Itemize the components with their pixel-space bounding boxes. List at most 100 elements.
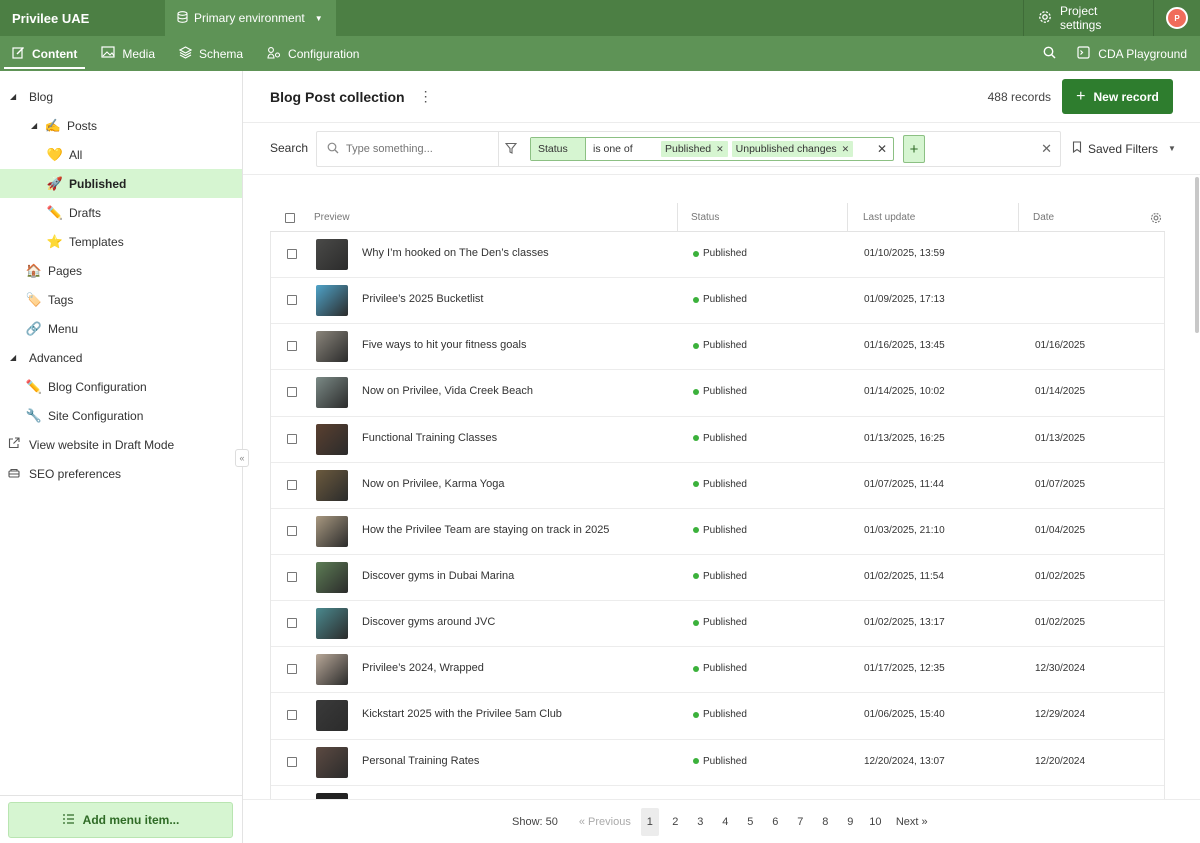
column-header-date[interactable]: Date bbox=[1033, 203, 1054, 232]
avatar[interactable]: P bbox=[1166, 7, 1188, 29]
sidebar-item-blog-configuration[interactable]: ✏️ Blog Configuration bbox=[0, 372, 242, 401]
project-name[interactable]: Privilee UAE bbox=[0, 0, 165, 36]
page-link[interactable]: 9 bbox=[838, 808, 863, 836]
table-row[interactable]: How the Privilee Team are staying on tra… bbox=[271, 509, 1164, 555]
sidebar-item-posts[interactable]: ◢ ✍️ Posts bbox=[0, 111, 242, 140]
add-condition-button[interactable]: + bbox=[903, 135, 925, 163]
user-menu[interactable]: P bbox=[1153, 0, 1200, 36]
table-row[interactable]: Privilee’s 2025 Bucketlist Published 01/09… bbox=[271, 278, 1164, 325]
new-record-button[interactable]: + New record bbox=[1062, 79, 1173, 114]
page-link[interactable]: 3 bbox=[688, 808, 713, 836]
add-menu-item-button[interactable]: Add menu item... bbox=[8, 802, 233, 838]
page-link[interactable]: 2 bbox=[663, 808, 688, 836]
sidebar-item-site-configuration[interactable]: 🔧 Site Configuration bbox=[0, 401, 242, 430]
table-row[interactable]: Kickstart 2025 with the Privilee 5am Clu… bbox=[271, 693, 1164, 740]
tab-schema[interactable]: Schema bbox=[167, 36, 255, 71]
row-checkbox[interactable] bbox=[287, 433, 297, 444]
table-row[interactable]: Now on Privilee, Vida Creek Beach Publish… bbox=[271, 370, 1164, 417]
remove-condition-icon[interactable]: ✕ bbox=[871, 138, 893, 160]
row-checkbox[interactable] bbox=[287, 756, 297, 767]
table-row[interactable] bbox=[271, 786, 1164, 799]
table-row[interactable]: Personal Training Rates Published 12/20/20… bbox=[271, 740, 1164, 786]
caret-down-icon[interactable]: ◢ bbox=[10, 92, 20, 101]
row-title[interactable]: Five ways to hit your fitness goals bbox=[362, 339, 526, 351]
tab-content[interactable]: Content bbox=[0, 36, 89, 71]
row-checkbox[interactable] bbox=[287, 341, 297, 352]
caret-down-icon[interactable]: ◢ bbox=[10, 353, 20, 362]
sidebar-item-all[interactable]: 💛 All bbox=[0, 140, 242, 169]
table-row[interactable]: Privilee’s 2024, Wrapped Published 01/17/2… bbox=[271, 647, 1164, 694]
page-link[interactable]: 6 bbox=[763, 808, 788, 836]
row-title[interactable]: Privilee’s 2024, Wrapped bbox=[362, 662, 484, 674]
column-header-status[interactable]: Status bbox=[691, 203, 719, 232]
table-row[interactable]: Discover gyms in Dubai Marina Published 01… bbox=[271, 555, 1164, 602]
sidebar-item-tags[interactable]: 🏷️ Tags bbox=[0, 285, 242, 314]
clear-filters-icon[interactable]: ✕ bbox=[1041, 141, 1052, 157]
sidebar-item-templates[interactable]: ⭐ Templates bbox=[0, 227, 242, 256]
row-checkbox[interactable] bbox=[287, 618, 297, 629]
row-title[interactable]: Discover gyms around JVC bbox=[362, 616, 495, 628]
row-checkbox[interactable] bbox=[287, 479, 297, 490]
sidebar-item-published[interactable]: 🚀 Published bbox=[0, 169, 242, 198]
vertical-scrollbar[interactable] bbox=[1194, 175, 1200, 795]
row-title[interactable]: Privilee’s 2025 Bucketlist bbox=[362, 293, 483, 305]
cda-playground-button[interactable]: CDA Playground bbox=[1069, 36, 1200, 71]
table-row[interactable]: Functional Training Classes Published 01/1… bbox=[271, 417, 1164, 463]
filter-field-select[interactable]: Status bbox=[531, 138, 586, 160]
page-link[interactable]: 1 bbox=[640, 808, 659, 836]
filter-icon[interactable] bbox=[504, 142, 518, 157]
tab-configuration[interactable]: Configuration bbox=[255, 36, 371, 71]
row-title[interactable]: Discover gyms in Dubai Marina bbox=[362, 570, 514, 582]
row-title[interactable]: Functional Training Classes bbox=[362, 432, 497, 444]
row-title[interactable]: Now on Privilee, Vida Creek Beach bbox=[362, 385, 533, 397]
filter-operator-select[interactable]: is one of bbox=[586, 138, 661, 160]
row-checkbox[interactable] bbox=[287, 525, 297, 536]
sidebar-item-advanced[interactable]: ◢ Advanced bbox=[0, 343, 242, 372]
table-settings-icon[interactable] bbox=[1150, 203, 1162, 232]
page-link[interactable]: 5 bbox=[738, 808, 763, 836]
previous-page-link[interactable]: « Previous bbox=[579, 816, 631, 828]
collapse-sidebar-handle[interactable]: « bbox=[235, 449, 249, 467]
row-checkbox[interactable] bbox=[287, 664, 297, 675]
column-header-preview[interactable]: Preview bbox=[314, 203, 350, 232]
page-link[interactable]: 8 bbox=[813, 808, 838, 836]
table-row[interactable]: Why I’m hooked on The Den’s classes Publi… bbox=[271, 232, 1164, 279]
page-link[interactable]: 10 bbox=[863, 808, 888, 836]
tab-media[interactable]: Media bbox=[89, 36, 167, 71]
scrollbar-thumb[interactable] bbox=[1195, 177, 1199, 333]
sidebar-item-view-draft-mode[interactable]: View website in Draft Mode bbox=[0, 430, 242, 459]
select-all-checkbox[interactable] bbox=[285, 212, 295, 223]
row-title[interactable]: Now on Privilee, Karma Yoga bbox=[362, 478, 504, 490]
table-row[interactable]: Discover gyms around JVC Published 01/02/2… bbox=[271, 601, 1164, 648]
row-checkbox[interactable] bbox=[287, 710, 297, 721]
search-input[interactable] bbox=[346, 143, 486, 155]
sidebar-item-drafts[interactable]: ✏️ Drafts bbox=[0, 198, 242, 227]
caret-down-icon[interactable]: ◢ bbox=[31, 121, 41, 130]
environment-selector[interactable]: Primary environment ▼ bbox=[165, 0, 336, 36]
sidebar-item-seo-preferences[interactable]: SEO preferences bbox=[0, 459, 242, 488]
remove-chip-icon[interactable]: ✕ bbox=[716, 144, 724, 155]
sidebar-item-menu[interactable]: 🔗 Menu bbox=[0, 314, 242, 343]
table-row[interactable]: Five ways to hit your fitness goals Publi… bbox=[271, 324, 1164, 371]
row-checkbox[interactable] bbox=[287, 571, 297, 582]
table-row[interactable]: Now on Privilee, Karma Yoga Published 01/0… bbox=[271, 463, 1164, 509]
row-title[interactable]: Kickstart 2025 with the Privilee 5am Clu… bbox=[362, 708, 562, 720]
row-checkbox[interactable] bbox=[287, 387, 297, 398]
page-link[interactable]: 7 bbox=[788, 808, 813, 836]
row-checkbox[interactable] bbox=[287, 249, 297, 259]
more-options-icon[interactable]: ⋮ bbox=[419, 88, 433, 105]
column-divider[interactable] bbox=[1018, 203, 1019, 232]
project-settings-button[interactable]: Project settings bbox=[1023, 0, 1153, 36]
sidebar-item-pages[interactable]: 🏠 Pages bbox=[0, 256, 242, 285]
next-page-link[interactable]: Next » bbox=[896, 816, 928, 828]
row-title[interactable]: Personal Training Rates bbox=[362, 755, 479, 767]
page-size-selector[interactable]: Show: 50 bbox=[512, 816, 558, 828]
page-link[interactable]: 4 bbox=[713, 808, 738, 836]
row-title[interactable]: How the Privilee Team are staying on tra… bbox=[362, 524, 609, 536]
saved-filters-button[interactable]: Saved Filters ▼ bbox=[1072, 141, 1176, 156]
row-checkbox[interactable] bbox=[287, 295, 297, 306]
remove-chip-icon[interactable]: ✕ bbox=[842, 144, 850, 155]
global-search-button[interactable] bbox=[1029, 36, 1069, 71]
column-divider[interactable] bbox=[847, 203, 848, 232]
column-divider[interactable] bbox=[677, 203, 678, 232]
